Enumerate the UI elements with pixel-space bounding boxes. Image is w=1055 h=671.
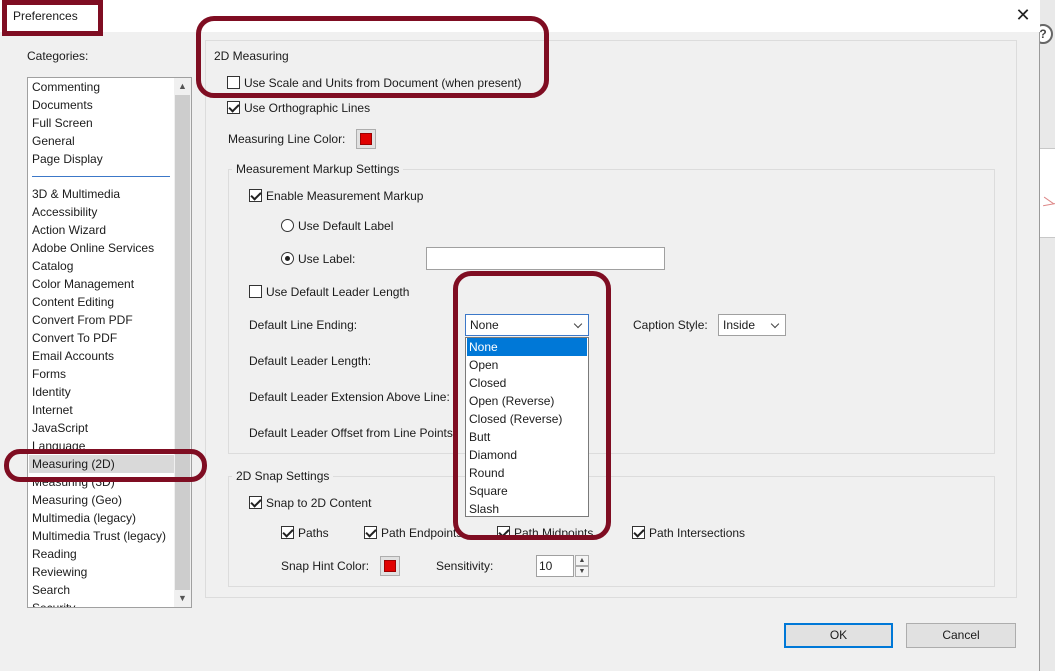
default-label-radio[interactable] [281, 219, 294, 232]
background-panel [1040, 148, 1055, 238]
use-label-label: Use Label: [298, 252, 356, 266]
scroll-up-icon[interactable]: ▲ [174, 78, 191, 95]
snap-hint-color-picker[interactable] [380, 556, 400, 576]
caption-style-select[interactable]: Inside [718, 314, 786, 336]
snap-content-label: Snap to 2D Content [266, 496, 372, 510]
category-item[interactable]: Forms [32, 365, 177, 383]
leader-offset-label: Default Leader Offset from Line Points: [249, 426, 457, 440]
highlight-box [196, 16, 549, 98]
use-label-radio[interactable] [281, 252, 294, 265]
snap-hint-color-label: Snap Hint Color: [281, 559, 370, 573]
sensitivity-spinner[interactable]: 10 ▲ ▼ [536, 555, 590, 577]
category-item[interactable]: Security [32, 599, 177, 607]
line-ending-label: Default Line Ending: [249, 318, 358, 332]
path-endpoints-checkbox[interactable] [364, 526, 377, 539]
category-item[interactable]: Content Editing [32, 293, 177, 311]
category-item[interactable]: Action Wizard [32, 221, 177, 239]
category-item[interactable]: Email Accounts [32, 347, 177, 365]
category-list[interactable]: Commenting Documents Full Screen General Pag… [27, 77, 192, 608]
category-item[interactable]: Reviewing [32, 563, 177, 581]
category-item[interactable]: Color Management [32, 275, 177, 293]
line-color-label: Measuring Line Color: [228, 132, 346, 146]
sensitivity-input[interactable]: 10 [536, 555, 574, 577]
path-intersections-label: Path Intersections [649, 526, 746, 540]
snap-hint-color-swatch [384, 560, 396, 572]
category-item[interactable]: Commenting [32, 78, 177, 96]
category-item[interactable]: 3D & Multimedia [32, 185, 177, 203]
enable-markup-label: Enable Measurement Markup [266, 189, 424, 203]
scroll-down-icon[interactable]: ▼ [174, 590, 191, 607]
category-item[interactable]: Convert To PDF [32, 329, 177, 347]
path-endpoints-label: Path Endpoints [381, 526, 463, 540]
sensitivity-label: Sensitivity: [436, 559, 494, 573]
categories-label: Categories: [27, 49, 89, 63]
spin-up-icon[interactable]: ▲ [575, 555, 589, 566]
default-label-label: Use Default Label [298, 219, 394, 233]
line-color-picker[interactable] [356, 129, 376, 149]
default-leader-length-checkbox[interactable] [249, 285, 262, 298]
category-item[interactable]: Identity [32, 383, 177, 401]
background-app [1040, 0, 1055, 671]
category-item[interactable]: JavaScript [32, 419, 177, 437]
highlight-box [2, 0, 103, 36]
category-item[interactable]: Convert From PDF [32, 311, 177, 329]
leader-extension-label: Default Leader Extension Above Line: [249, 390, 450, 404]
ok-button[interactable]: OK [784, 623, 893, 648]
category-item[interactable]: Multimedia (legacy) [32, 509, 177, 527]
path-intersections-checkbox[interactable] [632, 526, 645, 539]
scrollbar-thumb[interactable] [175, 95, 190, 590]
snap-content-checkbox[interactable] [249, 496, 262, 509]
category-item[interactable]: Accessibility [32, 203, 177, 221]
category-item[interactable]: Documents [32, 96, 177, 114]
highlight-box [4, 449, 207, 482]
default-leader-length-label: Use Default Leader Length [266, 285, 410, 299]
category-item[interactable]: General [32, 132, 177, 150]
leader-length-label: Default Leader Length: [249, 354, 372, 368]
category-item[interactable]: Measuring (Geo) [32, 491, 177, 509]
category-item[interactable]: Full Screen [32, 114, 177, 132]
markup-settings-title: Measurement Markup Settings [232, 161, 404, 177]
category-item[interactable]: Reading [32, 545, 177, 563]
category-item[interactable]: Search [32, 581, 177, 599]
use-ortho-lines-label: Use Orthographic Lines [244, 101, 371, 115]
category-item[interactable]: Internet [32, 401, 177, 419]
caption-style-label: Caption Style: [633, 318, 708, 332]
chevron-down-icon [767, 315, 785, 335]
line-color-swatch [360, 133, 372, 145]
highlight-box [453, 271, 611, 540]
snap-settings-title: 2D Snap Settings [232, 468, 334, 484]
markup-settings-group [228, 169, 995, 454]
category-item[interactable]: Page Display [32, 150, 177, 168]
spin-down-icon[interactable]: ▼ [575, 566, 589, 577]
use-ortho-lines-checkbox[interactable] [227, 101, 240, 114]
category-separator [32, 176, 170, 177]
paths-checkbox[interactable] [281, 526, 294, 539]
category-item[interactable]: Adobe Online Services [32, 239, 177, 257]
caption-style-value: Inside [723, 318, 756, 332]
category-item[interactable]: Multimedia Trust (legacy) [32, 527, 177, 545]
paths-label: Paths [298, 526, 329, 540]
cancel-button[interactable]: Cancel [906, 623, 1016, 648]
use-label-input[interactable] [426, 247, 665, 270]
category-scrollbar[interactable]: ▲ ▼ [174, 78, 191, 607]
enable-markup-checkbox[interactable] [249, 189, 262, 202]
close-icon[interactable]: ✕ [1010, 4, 1036, 26]
category-item[interactable]: Catalog [32, 257, 177, 275]
